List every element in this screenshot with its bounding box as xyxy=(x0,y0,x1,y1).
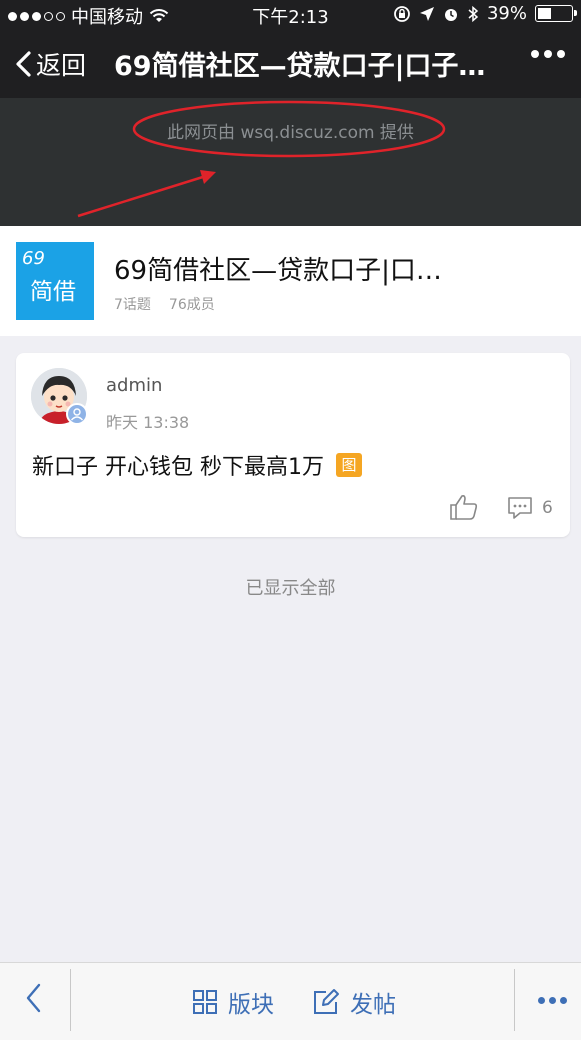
battery-icon xyxy=(535,5,577,22)
status-right: 39% xyxy=(393,3,577,24)
toolbar-divider xyxy=(70,969,71,1031)
sections-label: 版块 xyxy=(228,992,274,1018)
sections-button[interactable]: 版块 xyxy=(192,985,274,1019)
member-count: 76成员 xyxy=(168,297,215,313)
post-time: 昨天 13:38 xyxy=(106,413,190,432)
community-header[interactable]: 69 简借 69简借社区—贷款口子|口… 7话题 76成员 xyxy=(0,226,581,336)
arrow-line xyxy=(77,174,207,218)
community-logo: 69 简借 xyxy=(16,242,94,320)
image-tag-badge: 图 xyxy=(335,453,362,477)
thumbs-up-icon xyxy=(450,495,478,520)
back-button[interactable]: 返回 xyxy=(14,46,86,82)
post-text: 新口子 开心钱包 秒下最高1万 xyxy=(32,455,324,480)
grid-icon xyxy=(193,990,217,1014)
edit-icon xyxy=(314,989,339,1014)
back-label: 返回 xyxy=(36,51,87,80)
post-content[interactable]: 新口子 开心钱包 秒下最高1万 图 xyxy=(32,449,362,481)
toolbar-more-button[interactable] xyxy=(538,997,567,1004)
chevron-left-icon xyxy=(26,983,41,1013)
bluetooth-icon xyxy=(468,5,479,22)
battery-percent: 39% xyxy=(486,3,527,24)
comment-button[interactable]: 6 xyxy=(506,495,553,521)
orientation-lock-icon xyxy=(394,5,410,22)
page-title: 69简借社区—贷款口子|口子… xyxy=(114,51,486,82)
annotation-overlay xyxy=(77,100,446,218)
all-shown-note: 已显示全部 xyxy=(245,578,336,599)
alarm-icon xyxy=(444,8,457,21)
status-bar: 中国移动 下午2:13 39% xyxy=(0,0,581,28)
bottom-toolbar: 版块 发帖 xyxy=(0,962,581,1040)
topic-count: 7话题 xyxy=(114,297,151,313)
toolbar-back-button[interactable] xyxy=(20,981,46,1019)
location-icon xyxy=(419,6,434,21)
provider-banner: 此网页由 wsq.discuz.com 提供 xyxy=(0,98,581,226)
comment-count: 6 xyxy=(542,498,553,518)
like-button[interactable] xyxy=(449,493,479,525)
user-badge-icon xyxy=(66,403,88,425)
arrow-head xyxy=(200,170,216,184)
logo-line-2: 简借 xyxy=(30,279,76,305)
new-post-button[interactable]: 发帖 xyxy=(312,985,396,1019)
chevron-left-icon xyxy=(16,51,31,77)
more-menu-button[interactable] xyxy=(531,50,565,58)
highlight-ellipse xyxy=(132,100,446,158)
post-author[interactable]: admin xyxy=(106,375,162,396)
toolbar-divider xyxy=(514,969,515,1031)
new-post-label: 发帖 xyxy=(350,992,396,1018)
top-bar: 中国移动 下午2:13 39% 返回 69简借社区—贷款口子|口子… xyxy=(0,0,581,98)
logo-line-1: 69 xyxy=(22,248,45,269)
nav-bar: 返回 69简借社区—贷款口子|口子… xyxy=(0,28,581,98)
community-stats: 7话题 76成员 xyxy=(114,294,215,314)
comment-bubble-icon xyxy=(508,497,532,519)
community-name: 69简借社区—贷款口子|口… xyxy=(114,256,442,286)
post-card[interactable]: admin 昨天 13:38 新口子 开心钱包 秒下最高1万 图 6 xyxy=(16,353,570,537)
